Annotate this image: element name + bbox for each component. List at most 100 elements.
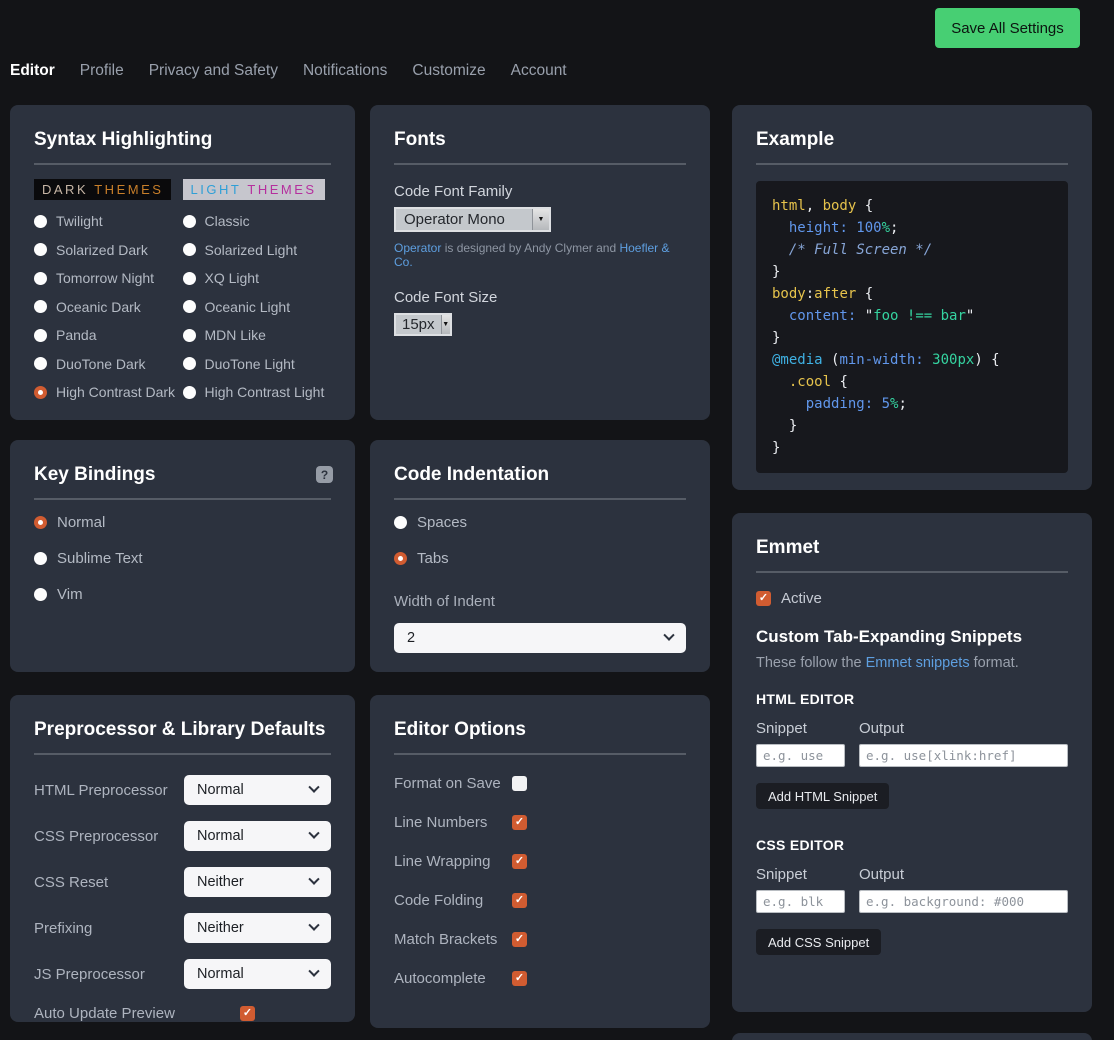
css-preprocessor-select[interactable]: Normal bbox=[184, 821, 331, 851]
editor-option-row: Autocomplete bbox=[394, 970, 686, 987]
theme-option[interactable]: MDN Like bbox=[183, 327, 332, 343]
dark-themes-badge: DARK THEMES bbox=[34, 179, 171, 200]
editor-option-row: Line Numbers bbox=[394, 814, 686, 831]
badge-word: THEMES bbox=[94, 182, 163, 197]
radio-button[interactable] bbox=[34, 243, 47, 256]
theme-option[interactable]: Tomorrow Night bbox=[34, 270, 183, 286]
emmet-active-checkbox[interactable] bbox=[756, 591, 771, 606]
add-html-snippet-button[interactable]: Add HTML Snippet bbox=[756, 783, 889, 809]
css-reset-select[interactable]: Neither bbox=[184, 867, 331, 897]
code-line: height: 100%; bbox=[772, 217, 1052, 239]
radio-button[interactable] bbox=[34, 516, 47, 529]
preprocessor-label: CSS Preprocessor bbox=[34, 828, 184, 845]
theme-option[interactable]: XQ Light bbox=[183, 270, 332, 286]
autocomplete-checkbox[interactable] bbox=[512, 971, 527, 986]
radio-button[interactable] bbox=[34, 357, 47, 370]
radio-button[interactable] bbox=[34, 215, 47, 228]
code-token: 5 bbox=[882, 396, 890, 412]
code-token: : bbox=[915, 352, 932, 368]
help-icon[interactable]: ? bbox=[316, 466, 333, 483]
code-line: } bbox=[772, 415, 1052, 437]
theme-option[interactable]: Oceanic Dark bbox=[34, 299, 183, 315]
code-token: @media bbox=[772, 352, 823, 368]
radio-button[interactable] bbox=[183, 357, 196, 370]
code-token: " bbox=[865, 308, 873, 324]
radio-button[interactable] bbox=[183, 272, 196, 285]
key-binding-label: Normal bbox=[57, 514, 105, 531]
tab-profile[interactable]: Profile bbox=[80, 62, 124, 80]
theme-option[interactable]: DuoTone Light bbox=[183, 356, 332, 372]
card-preprocessor-defaults: Preprocessor & Library Defaults HTML Pre… bbox=[10, 695, 355, 1022]
code-font-size-select[interactable]: 15px ▼ bbox=[394, 313, 452, 336]
theme-option[interactable]: Classic bbox=[183, 213, 332, 229]
radio-button[interactable] bbox=[34, 588, 47, 601]
key-binding-option[interactable]: Vim bbox=[34, 586, 331, 603]
line-wrapping-checkbox[interactable] bbox=[512, 854, 527, 869]
card-key-bindings: Key Bindings ? NormalSublime TextVim bbox=[10, 440, 355, 672]
line-numbers-checkbox[interactable] bbox=[512, 815, 527, 830]
theme-option-label: XQ Light bbox=[205, 270, 259, 286]
add-css-snippet-button[interactable]: Add CSS Snippet bbox=[756, 929, 881, 955]
tab-privacy-and-safety[interactable]: Privacy and Safety bbox=[149, 62, 278, 80]
light-themes-badge: LIGHT THEMES bbox=[183, 179, 325, 200]
code-font-family-select[interactable]: Operator Mono ▼ bbox=[394, 207, 551, 232]
operator-link[interactable]: Operator bbox=[394, 241, 441, 255]
code-token bbox=[772, 242, 789, 258]
save-all-settings-button[interactable]: Save All Settings bbox=[935, 8, 1080, 48]
snippet-input[interactable] bbox=[756, 890, 845, 913]
card-title: Fonts bbox=[394, 129, 686, 151]
radio-button[interactable] bbox=[183, 300, 196, 313]
output-input[interactable] bbox=[859, 890, 1068, 913]
radio-button[interactable] bbox=[34, 386, 47, 399]
tab-customize[interactable]: Customize bbox=[412, 62, 485, 80]
code-line: body:after { bbox=[772, 283, 1052, 305]
radio-button[interactable] bbox=[183, 386, 196, 399]
code-line: .cool { bbox=[772, 371, 1052, 393]
indentation-option[interactable]: Tabs bbox=[394, 550, 686, 567]
column-left: Syntax Highlighting DARK THEMESTwilightS… bbox=[10, 105, 355, 1022]
theme-option[interactable]: Oceanic Light bbox=[183, 299, 332, 315]
divider bbox=[34, 163, 331, 165]
radio-button[interactable] bbox=[183, 215, 196, 228]
width-of-indent-select[interactable]: 2 bbox=[394, 623, 686, 653]
key-binding-option[interactable]: Sublime Text bbox=[34, 550, 331, 567]
tab-account[interactable]: Account bbox=[511, 62, 567, 80]
snippet-label: Snippet bbox=[756, 720, 859, 737]
indentation-option[interactable]: Spaces bbox=[394, 514, 686, 531]
prefixing-select[interactable]: Neither bbox=[184, 913, 331, 943]
emmet-active-label: Active bbox=[781, 590, 822, 607]
theme-option[interactable]: Solarized Dark bbox=[34, 242, 183, 258]
snippet-output-inputs bbox=[756, 744, 1068, 767]
radio-button[interactable] bbox=[183, 243, 196, 256]
match-brackets-checkbox[interactable] bbox=[512, 932, 527, 947]
key-binding-option[interactable]: Normal bbox=[34, 514, 331, 531]
radio-button[interactable] bbox=[34, 272, 47, 285]
code-folding-checkbox[interactable] bbox=[512, 893, 527, 908]
code-line: html, body { bbox=[772, 195, 1052, 217]
theme-option[interactable]: DuoTone Dark bbox=[34, 356, 183, 372]
snippet-input[interactable] bbox=[756, 744, 845, 767]
theme-option[interactable]: High Contrast Light bbox=[183, 384, 332, 400]
code-token: { bbox=[856, 198, 873, 214]
auto-update-preview-checkbox[interactable] bbox=[240, 1006, 255, 1021]
radio-button[interactable] bbox=[34, 300, 47, 313]
tab-editor[interactable]: Editor bbox=[10, 62, 55, 80]
theme-option[interactable]: Panda bbox=[34, 327, 183, 343]
editor-option-label: Autocomplete bbox=[394, 970, 512, 987]
format-on-save-checkbox[interactable] bbox=[512, 776, 527, 791]
js-preprocessor-select[interactable]: Normal bbox=[184, 959, 331, 989]
radio-button[interactable] bbox=[394, 516, 407, 529]
emmet-snippets-link[interactable]: Emmet snippets bbox=[866, 655, 970, 671]
theme-option[interactable]: Twilight bbox=[34, 213, 183, 229]
radio-button[interactable] bbox=[34, 552, 47, 565]
auto-update-preview-row: Auto Update Preview bbox=[34, 1005, 331, 1022]
tab-notifications[interactable]: Notifications bbox=[303, 62, 387, 80]
theme-option[interactable]: High Contrast Dark bbox=[34, 384, 183, 400]
radio-button[interactable] bbox=[183, 329, 196, 342]
theme-option[interactable]: Solarized Light bbox=[183, 242, 332, 258]
radio-button[interactable] bbox=[34, 329, 47, 342]
radio-button[interactable] bbox=[394, 552, 407, 565]
html-preprocessor-select[interactable]: Normal bbox=[184, 775, 331, 805]
output-input[interactable] bbox=[859, 744, 1068, 767]
code-token: ; bbox=[890, 220, 898, 236]
